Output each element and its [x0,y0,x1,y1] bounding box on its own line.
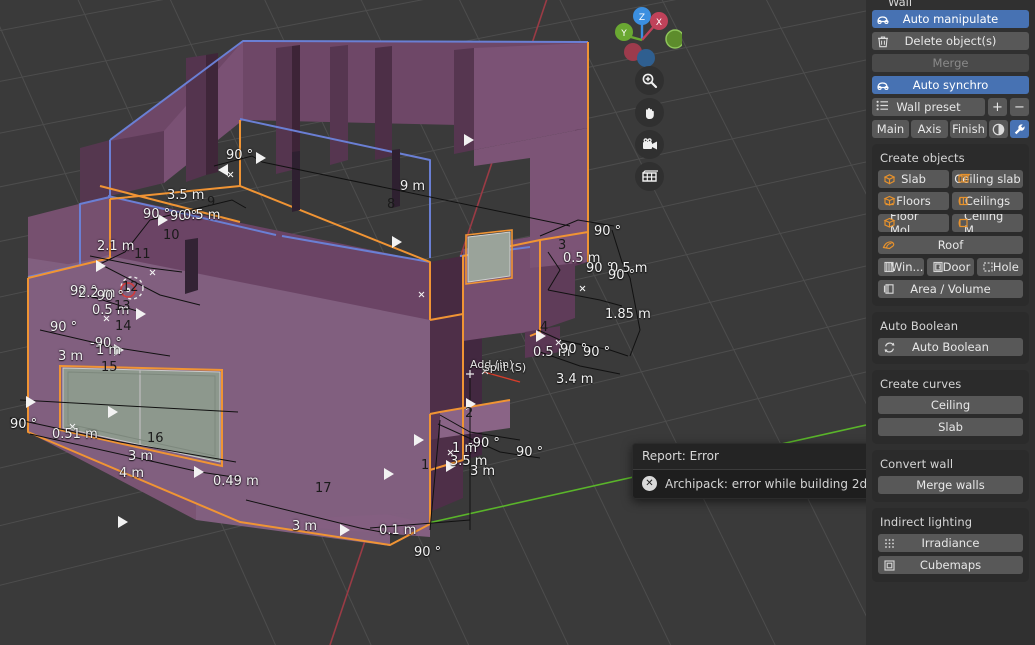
preset-group: Wall preset + − Main Axis Finish [872,98,1029,138]
report-header: Report: Error [633,444,866,470]
ceiling-molding-button[interactable]: Ceiling M... [952,214,1023,232]
tab-main[interactable]: Main [872,120,909,138]
convert-wall-heading: Convert wall [880,457,954,471]
svg-text:Y: Y [620,29,627,39]
slab-label: Slab [901,172,926,186]
irradiance-label: Irradiance [921,536,980,550]
door-button[interactable]: Door [927,258,974,276]
add-preset-button[interactable]: + [988,98,1007,116]
create-curves-heading: Create curves [880,377,962,391]
hole-button[interactable]: Hole [976,258,1023,276]
merge-label: Merge [932,56,969,70]
remove-preset-button[interactable]: − [1010,98,1029,116]
svg-text:Z: Z [639,13,645,23]
cubemaps-label: Cubemaps [919,558,982,572]
report-body: ✕ Archipack: error while building 2d, se… [633,470,866,498]
auto-manipulate-label: Auto manipulate [902,12,999,26]
wall-tools-group: Auto manipulate Delete object(s) Merge A… [872,10,1029,94]
error-icon: ✕ [642,476,657,491]
refresh-icon [882,340,896,354]
preset-list-icon [876,100,889,114]
floors-icon [882,194,896,208]
create-objects-group: Create objects Slab Ceiling slab Floors … [872,144,1029,306]
door-icon [931,260,945,274]
material-sphere-icon[interactable] [989,120,1008,138]
hole-icon [981,260,995,274]
building-model [28,41,588,546]
area-volume-button[interactable]: Area / Volume [878,280,1023,298]
floor-molding-label: Floor Mol... [890,214,922,232]
indirect-lighting-heading: Indirect lighting [880,515,973,529]
properties-panel[interactable]: Wall Auto manipulate [866,0,1035,645]
merge-button: Merge [872,54,1029,72]
auto-boolean-button[interactable]: Auto Boolean [878,338,1023,356]
hole-label: Hole [992,260,1019,274]
ceiling-molding-label: Ceiling M... [964,214,1004,232]
trash-icon [876,34,890,48]
ceiling-slab-button[interactable]: Ceiling slab [952,170,1023,188]
wrench-icon[interactable] [1010,120,1029,138]
roof-label: Roof [937,238,964,252]
door-label: Door [942,260,971,274]
wall-preset-dropdown[interactable]: Wall preset [872,98,985,116]
auto-synchro-label: Auto synchro [912,78,989,92]
slab-icon [882,172,896,186]
camera-icon[interactable] [635,130,664,159]
auto-synchro-icon [876,78,890,92]
floors-button[interactable]: Floors [878,192,949,210]
ceiling-slab-icon [956,172,970,186]
roof-icon [882,238,896,252]
area-volume-label: Area / Volume [910,282,991,296]
create-objects-heading: Create objects [880,151,965,165]
panel-section-title: Wall [866,0,1035,6]
curve-slab-button[interactable]: Slab [878,418,1023,436]
convert-wall-group: Convert wall Merge walls [872,450,1029,502]
report-message: Archipack: error while building 2d, see … [665,476,866,491]
auto-boolean-heading: Auto Boolean [880,319,959,333]
ceilings-icon [956,194,970,208]
window-button[interactable]: Win... [878,258,925,276]
auto-manipulate-icon [876,12,890,26]
auto-boolean-label: Auto Boolean [912,340,989,354]
create-curves-group: Create curves Ceiling Slab [872,370,1029,444]
tab-finish[interactable]: Finish [950,120,987,138]
floor-molding-button[interactable]: Floor Mol... [878,214,949,232]
3d-viewport[interactable]: 90 ° 9 m 8 3.5 m 9 90 ° 90 ° 0.5 m 10 2.1 m 11 90 °… [0,0,866,645]
cubemaps-button[interactable]: Cubemaps [878,556,1023,574]
hand-icon[interactable] [635,98,664,127]
grid-icon[interactable] [635,162,664,191]
indirect-lighting-group: Indirect lighting Irradiance Cubemaps [872,508,1029,582]
auto-boolean-group: Auto Boolean Auto Boolean [872,312,1029,364]
auto-manipulate-button[interactable]: Auto manipulate [872,10,1029,28]
ceilings-label: Ceilings [964,194,1011,208]
ceilings-button[interactable]: Ceilings [952,192,1023,210]
floor-molding-icon [882,216,896,230]
floors-label: Floors [896,194,931,208]
slab-button[interactable]: Slab [878,170,949,188]
cubemaps-icon [882,558,896,572]
report-popup[interactable]: Report: Error ✕ Archipack: error while b… [632,443,866,499]
delete-objects-label: Delete object(s) [904,34,997,48]
roof-button[interactable]: Roof [878,236,1023,254]
delete-objects-button[interactable]: Delete object(s) [872,32,1029,50]
viewport-scene [0,0,866,645]
zoom-icon[interactable] [635,66,664,95]
svg-text:X: X [656,18,662,28]
area-volume-icon [882,282,896,296]
ceiling-molding-icon [956,216,970,230]
irradiance-icon [882,536,896,550]
irradiance-button[interactable]: Irradiance [878,534,1023,552]
auto-synchro-button[interactable]: Auto synchro [872,76,1029,94]
merge-walls-button[interactable]: Merge walls [878,476,1023,494]
wall-tab-row: Main Axis Finish [872,120,1029,138]
curve-ceiling-button[interactable]: Ceiling [878,396,1023,414]
wall-preset-label: Wall preset [896,100,961,114]
tab-axis[interactable]: Axis [911,120,948,138]
window-icon [882,260,896,274]
